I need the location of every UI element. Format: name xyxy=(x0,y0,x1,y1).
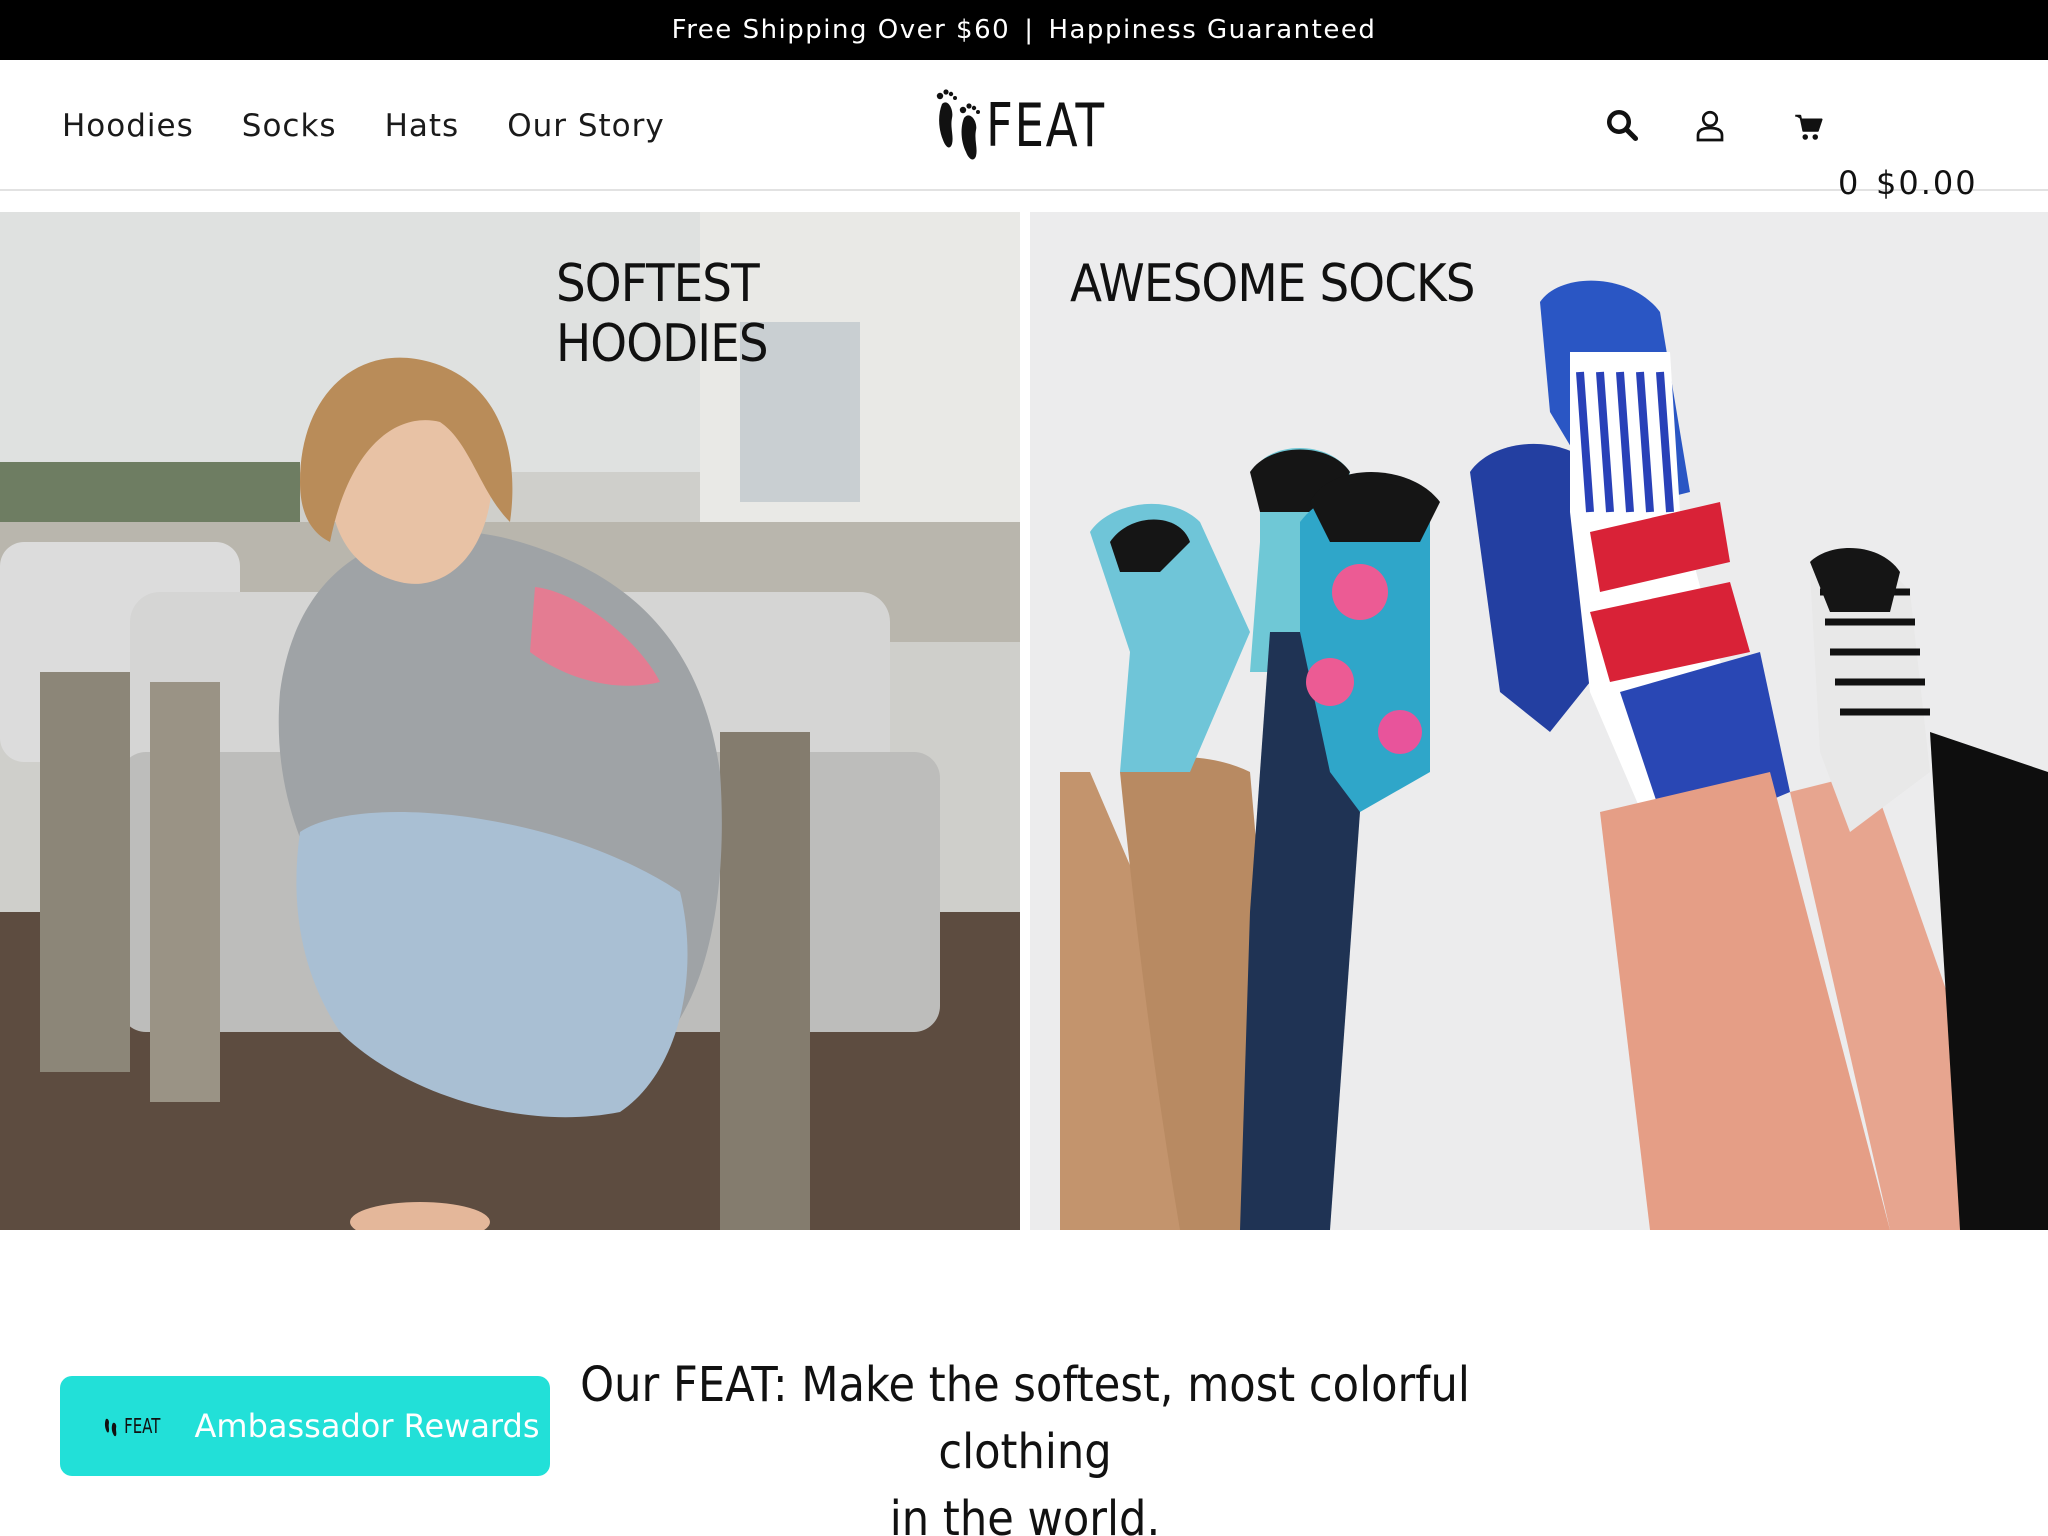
announcement-separator: | xyxy=(1024,15,1035,45)
rewards-brand: FEAT xyxy=(124,1414,161,1438)
announcement-shipping: Free Shipping Over $60 xyxy=(671,15,1011,45)
brand-wordmark: FEAT xyxy=(986,91,1106,161)
cart-icon[interactable] xyxy=(1794,112,1824,142)
socks-promo[interactable]: AWESOME SOCKS xyxy=(1030,212,2048,1230)
nav-hoodies[interactable]: Hoodies xyxy=(62,108,194,144)
footprints-icon xyxy=(104,1418,117,1437)
rewards-logo: FEAT xyxy=(104,1414,167,1438)
cart-total[interactable]: $0.00 xyxy=(1876,164,1978,202)
ambassador-rewards-button[interactable]: FEAT Ambassador Rewards xyxy=(60,1376,550,1476)
cart-count[interactable]: 0 xyxy=(1838,164,1860,202)
search-icon[interactable] xyxy=(1604,107,1640,143)
announcement-guarantee: Happiness Guaranteed xyxy=(1048,15,1377,45)
promo-title-hoodies: SOFTEST HOODIES xyxy=(556,254,769,374)
promo-title-socks: AWESOME SOCKS xyxy=(1070,254,1475,314)
user-icon[interactable] xyxy=(1692,107,1728,143)
mission-statement: Our FEAT: Make the softest, most colorfu… xyxy=(499,1352,1552,1536)
brand-logo[interactable]: FEAT xyxy=(936,86,1139,166)
nav-hats[interactable]: Hats xyxy=(385,108,460,144)
rewards-label: Ambassador Rewards xyxy=(194,1407,540,1445)
site-header: Hoodies Socks Hats Our Story FEAT 0 $0.0… xyxy=(0,60,2048,202)
nav-socks[interactable]: Socks xyxy=(242,108,337,144)
mission-line-2: in the world. xyxy=(889,1491,1161,1536)
socks-photo xyxy=(1030,212,2048,1230)
nav-our-story[interactable]: Our Story xyxy=(507,108,665,144)
footprints-icon xyxy=(936,89,980,160)
announcement-bar: Free Shipping Over $60 | Happiness Guara… xyxy=(0,0,2048,60)
mission-line-1: Our FEAT: Make the softest, most colorfu… xyxy=(580,1357,1470,1480)
hoodies-promo[interactable]: SOFTEST HOODIES xyxy=(0,212,1020,1230)
main-nav: Hoodies Socks Hats Our Story xyxy=(62,60,713,191)
